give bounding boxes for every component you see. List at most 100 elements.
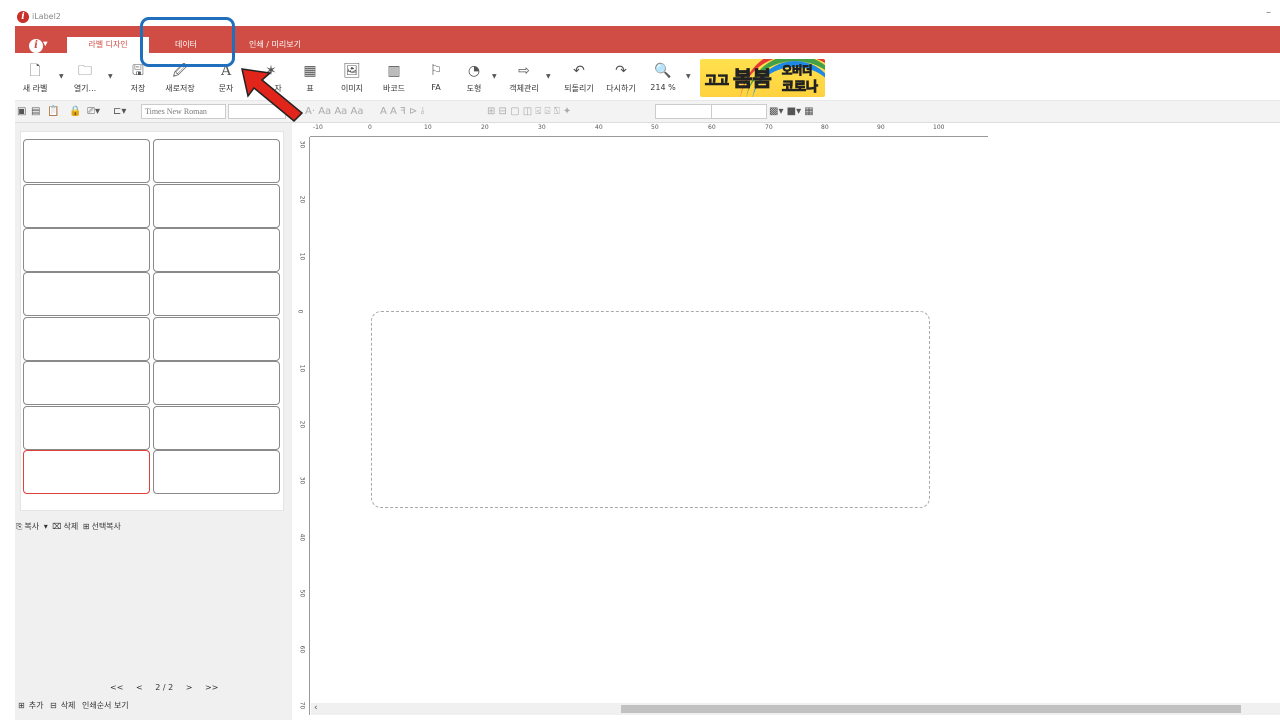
line-style-select[interactable] [655, 104, 713, 119]
image-button[interactable]: 🖼 이미지 [337, 63, 367, 97]
delete-page-button[interactable]: 삭제 [61, 701, 76, 710]
ruler-tick-label: 90 [877, 124, 885, 131]
align-icon[interactable]: ⊏▾ [113, 105, 126, 119]
fill-color-icon[interactable]: ▩▾ ■▾ ▦ [769, 105, 814, 119]
shape-dropdown-icon[interactable]: ▼ [492, 73, 497, 80]
dropdown-icon[interactable]: ▾ [44, 522, 48, 531]
minimize-button[interactable]: – [1266, 8, 1276, 18]
ruler-tick-label: 30 [298, 140, 306, 149]
add-page-icon[interactable]: ⊞ [18, 701, 25, 710]
label-design-area[interactable] [371, 311, 930, 508]
save-as-button[interactable]: 🖉 새로저장 [160, 63, 200, 97]
banner-text-2: 봄봄 [733, 67, 773, 92]
add-page-button[interactable]: 추가 [29, 701, 44, 710]
font-family-select[interactable]: Times New Roman [141, 104, 226, 119]
line-width-select[interactable] [711, 104, 767, 119]
label-cell[interactable] [153, 450, 280, 494]
shape-icon: ◔ [467, 63, 481, 79]
label-cell[interactable] [23, 184, 150, 228]
new-label-button[interactable]: 🗋 새 라벨 [17, 63, 53, 97]
barcode-label: 바코드 [382, 84, 406, 93]
new-label-dropdown-icon[interactable]: ▼ [59, 73, 64, 80]
clipboard-icon[interactable]: 📋 [47, 105, 59, 119]
shape-button[interactable]: ◔ 도형 [463, 63, 485, 97]
zoom-button[interactable]: 🔍 214 % [648, 63, 678, 97]
scroll-left-icon[interactable]: ‹ [314, 703, 318, 713]
label-cell[interactable] [23, 361, 150, 405]
next-page-button[interactable]: > [186, 683, 193, 692]
tab-print-preview[interactable]: 인쇄 / 미리보기 [230, 37, 320, 53]
label-cell-selected[interactable] [23, 450, 150, 494]
delete-page-icon[interactable]: ⊟ [50, 701, 57, 710]
delete-button[interactable]: 삭제 [63, 522, 78, 531]
ruler-tick-label: 30 [538, 124, 546, 131]
lock-icon[interactable]: 🔒 [69, 105, 81, 119]
scrollbar-thumb[interactable] [621, 705, 1241, 713]
ruler-tick-label: 20 [481, 124, 489, 131]
text-style-icon[interactable]: A· Aa Aa Aa [305, 105, 363, 119]
font-grow-icon[interactable]: A A ꟻ ⊳ ⫰ [380, 105, 425, 119]
ruler-tick-label: 0 [368, 124, 372, 131]
print-setup-icon[interactable]: ▤ [31, 105, 40, 119]
ruler-tick-label: 10 [424, 124, 432, 131]
label-cell[interactable] [153, 272, 280, 316]
object-mgmt-button[interactable]: ⇨ 객체관리 [504, 63, 544, 97]
undo-icon: ↶ [573, 63, 585, 79]
select-copy-icon[interactable]: ⊞ [83, 522, 90, 531]
ruler-tick-label: 40 [298, 533, 306, 542]
app-menu-button[interactable]: i ▼ [29, 36, 51, 53]
save-button[interactable]: 🖫 저장 [123, 63, 153, 97]
new-label-icon: 🗋 [29, 63, 41, 79]
promo-banner[interactable]: 고고 봄봄 오버더 코로나 [700, 59, 825, 97]
label-cell[interactable] [153, 184, 280, 228]
open-button[interactable]: 🗀 열기... [67, 63, 103, 97]
label-cell[interactable] [153, 317, 280, 361]
label-cell[interactable] [23, 272, 150, 316]
redo-button[interactable]: ↷ 다시하기 [603, 63, 639, 97]
undo-button[interactable]: ↶ 되돌리기 [561, 63, 597, 97]
prev-page-button[interactable]: < [136, 683, 143, 692]
last-page-button[interactable]: >> [205, 683, 218, 692]
fa-button[interactable]: ⚐ FA [425, 63, 447, 97]
first-page-button[interactable]: << [110, 683, 123, 692]
page-actions: ⊞ 추가 ⊟ 삭제 인쇄순서 보기 [18, 700, 133, 711]
tab-label-design[interactable]: 라벨 디자인 [67, 37, 149, 53]
ruler-tick-label: 40 [595, 124, 603, 131]
window-title: iLabel2 [32, 12, 61, 21]
open-dropdown-icon[interactable]: ▼ [108, 73, 113, 80]
copy-button[interactable]: 복사 [24, 522, 39, 531]
fa-flag-icon: ⚐ [429, 63, 443, 79]
arrange-icon[interactable]: ⊞ ⊟ ▢ ◫ ⍃ ⍄ ⍂ ✦ [487, 105, 571, 119]
label-cell[interactable] [23, 228, 150, 272]
print-icon[interactable]: ▣ [17, 105, 26, 119]
zoom-dropdown-icon[interactable]: ▼ [686, 73, 691, 80]
red-arrow-annotation [241, 68, 304, 123]
ruler-tick-label: 60 [708, 124, 716, 131]
text-button[interactable]: A 문자 [213, 63, 239, 97]
object-mgmt-label: 객체관리 [509, 84, 539, 93]
save-label: 저장 [130, 84, 146, 93]
label-cell[interactable] [23, 406, 150, 450]
object-mgmt-dropdown-icon[interactable]: ▼ [546, 73, 551, 80]
horizontal-ruler: -10 0 10 20 30 40 50 60 70 80 90 100 [310, 123, 988, 137]
horizontal-scrollbar[interactable]: ‹ [311, 703, 1280, 715]
barcode-button[interactable]: ▥ 바코드 [379, 63, 409, 97]
vertical-ruler: 30 20 10 0 10 20 30 40 50 60 70 [296, 137, 310, 715]
chevron-down-icon: ▼ [43, 40, 48, 48]
label-cell[interactable] [153, 228, 280, 272]
label-cell[interactable] [23, 139, 150, 183]
label-cell[interactable] [23, 317, 150, 361]
design-canvas[interactable] [311, 137, 1280, 703]
data-tab-highlight [140, 17, 235, 67]
label-cell[interactable] [153, 406, 280, 450]
page-settings-icon[interactable]: ⎚▾ [87, 105, 100, 119]
label-cell[interactable] [153, 361, 280, 405]
label-cell[interactable] [153, 139, 280, 183]
select-copy-button[interactable]: 선택복사 [91, 522, 120, 531]
redo-icon: ↷ [615, 63, 627, 79]
ruler-tick-label: 80 [821, 124, 829, 131]
print-order-button[interactable]: 인쇄순서 보기 [82, 701, 129, 710]
ruler-tick-label: 10 [298, 364, 306, 373]
copy-icon[interactable]: ⎘ [16, 522, 22, 531]
delete-icon[interactable]: ⌧ [52, 522, 61, 531]
